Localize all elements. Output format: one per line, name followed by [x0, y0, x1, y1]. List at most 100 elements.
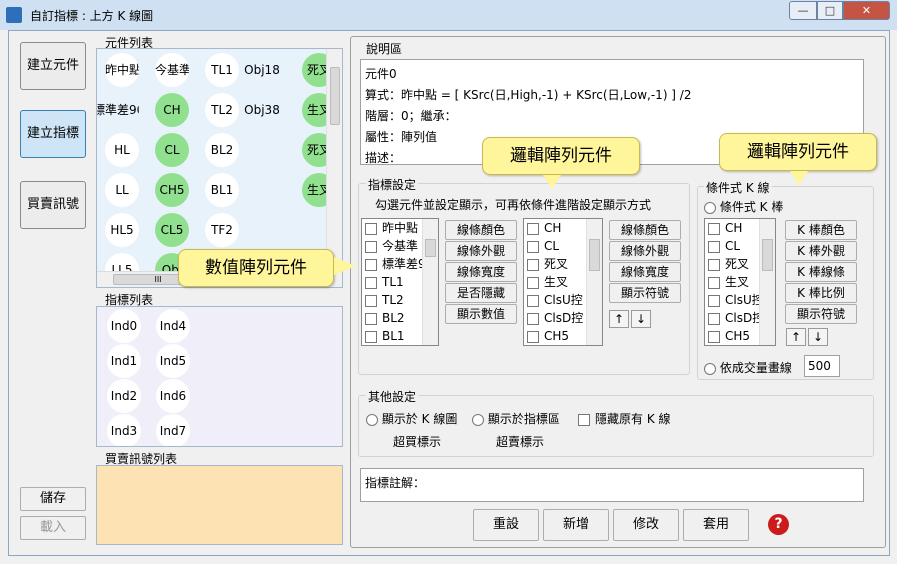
checkbox-icon[interactable] [365, 294, 377, 307]
show-on-k-label: 顯示於 K 線圖 [381, 412, 458, 426]
style-button[interactable]: 線條顏色 [609, 220, 681, 240]
element-node[interactable]: LL [105, 173, 139, 207]
scroll-thumb[interactable] [425, 239, 436, 257]
checkbox-icon[interactable] [527, 312, 539, 325]
maximize-icon[interactable]: □ [817, 1, 843, 20]
checkbox-icon[interactable] [708, 222, 720, 235]
volume-input[interactable]: 500 [804, 355, 840, 377]
save-button[interactable]: 儲存 [20, 487, 86, 511]
style-button[interactable]: 線條外觀 [445, 241, 517, 261]
checkbox-icon[interactable] [527, 330, 539, 343]
conditional-k-radio[interactable]: 條件式 K 棒 [704, 198, 783, 215]
style-button[interactable]: 顯示數值 [445, 304, 517, 324]
oversold-mark[interactable]: 超賣標示 [496, 433, 544, 450]
indicator-node[interactable]: Ind6 [156, 379, 190, 413]
style-button[interactable]: 顯示符號 [785, 304, 857, 324]
checkbox-icon[interactable] [527, 258, 539, 271]
checkbox-icon[interactable] [527, 276, 539, 289]
description-line: 階層：0；繼承： [365, 109, 457, 123]
element-node[interactable]: HL5 [105, 213, 139, 247]
style-button[interactable]: 線條顏色 [445, 220, 517, 240]
element-node[interactable]: TL2 [205, 93, 239, 127]
notes-box[interactable]: 指標註解： [360, 468, 864, 502]
create-indicator-button[interactable]: 建立指標 [20, 110, 86, 158]
element-node[interactable]: TL1 [205, 53, 239, 87]
checkbox-icon[interactable] [708, 240, 720, 253]
move-up-button-2[interactable]: ↑ [786, 328, 806, 346]
element-node[interactable]: Obj38 [239, 93, 285, 127]
window-title: 自訂指標 : 上方 K 線圖 [30, 9, 154, 23]
volume-radio[interactable]: 依成交量畫線 [704, 359, 792, 376]
checklist-item-label: TL2 [382, 293, 404, 307]
trade-signal-button[interactable]: 買賣訊號 [20, 181, 86, 229]
style-button[interactable]: K 棒外觀 [785, 241, 857, 261]
indicator-node[interactable]: Ind0 [107, 309, 141, 343]
checkbox-icon[interactable] [708, 330, 720, 343]
apply-button[interactable]: 套用 [683, 509, 749, 541]
element-node[interactable]: CH5 [155, 173, 189, 207]
element-node[interactable]: CL5 [155, 213, 189, 247]
indicator-node[interactable]: Ind3 [107, 414, 141, 446]
close-icon[interactable]: ✕ [843, 1, 890, 20]
checklist-2-scroll[interactable] [586, 219, 602, 345]
minimize-icon[interactable]: — [789, 1, 817, 20]
style-button[interactable]: 顯示符號 [609, 283, 681, 303]
checkbox-icon[interactable] [365, 258, 377, 271]
checkbox-icon[interactable] [708, 276, 720, 289]
checkbox-icon[interactable] [365, 240, 377, 253]
reset-button[interactable]: 重設 [473, 509, 539, 541]
checklist-1-scroll[interactable] [422, 219, 438, 345]
checkbox-icon[interactable] [527, 240, 539, 253]
move-up-button-1[interactable]: ↑ [609, 310, 629, 328]
style-button[interactable]: 線條寬度 [445, 262, 517, 282]
indicator-node[interactable]: Ind7 [156, 414, 190, 446]
show-on-indicator-radio[interactable]: 顯示於指標區 [472, 410, 560, 427]
checkbox-icon[interactable] [708, 294, 720, 307]
hide-k-checkbox[interactable]: 隱藏原有 K 線 [578, 410, 671, 427]
checkbox-icon[interactable] [365, 330, 377, 343]
checkbox-icon[interactable] [365, 276, 377, 289]
description-title: 說明區 [364, 40, 405, 57]
element-node[interactable]: BL2 [205, 133, 239, 167]
element-node[interactable]: TF2 [205, 213, 239, 247]
checkbox-icon[interactable] [708, 258, 720, 271]
create-element-button[interactable]: 建立元件 [20, 42, 86, 90]
move-down-button-1[interactable]: ↓ [631, 310, 651, 328]
element-node[interactable]: 昨中點 [105, 53, 139, 87]
checkbox-icon[interactable] [365, 312, 377, 325]
indicator-node[interactable]: Ind5 [156, 344, 190, 378]
show-on-k-radio[interactable]: 顯示於 K 線圖 [366, 410, 457, 427]
element-node[interactable]: CH [155, 93, 189, 127]
indicator-node[interactable]: Ind4 [156, 309, 190, 343]
style-button[interactable]: 線條外觀 [609, 241, 681, 261]
style-button[interactable]: 線條寬度 [609, 262, 681, 282]
callout-pointer [543, 175, 561, 189]
load-button[interactable]: 載入 [20, 516, 86, 540]
radio-icon [704, 201, 716, 214]
style-button[interactable]: K 棒比例 [785, 283, 857, 303]
scroll-thumb[interactable] [589, 239, 600, 271]
style-button[interactable]: K 棒線條 [785, 262, 857, 282]
element-node[interactable]: 今基準 [155, 53, 189, 87]
element-node[interactable]: HL [105, 133, 139, 167]
help-icon[interactable]: ? [768, 514, 789, 535]
modify-button[interactable]: 修改 [613, 509, 679, 541]
checkbox-icon[interactable] [527, 294, 539, 307]
move-down-button-2[interactable]: ↓ [808, 328, 828, 346]
checkbox-icon[interactable] [365, 222, 377, 235]
style-button[interactable]: 是否隱藏 [445, 283, 517, 303]
add-button[interactable]: 新增 [543, 509, 609, 541]
checkbox-icon[interactable] [527, 222, 539, 235]
indicator-node[interactable]: Ind1 [107, 344, 141, 378]
element-node[interactable]: CL [155, 133, 189, 167]
element-node[interactable]: Obj18 [239, 53, 285, 87]
indicator-node[interactable]: Ind2 [107, 379, 141, 413]
element-node[interactable]: 標準差90日 [97, 93, 139, 127]
checkbox-icon[interactable] [708, 312, 720, 325]
vscroll-thumb[interactable] [330, 67, 340, 125]
style-button[interactable]: K 棒顏色 [785, 220, 857, 240]
element-node[interactable]: BL1 [205, 173, 239, 207]
conditional-k-scroll[interactable] [759, 219, 775, 345]
overbought-mark[interactable]: 超買標示 [393, 433, 441, 450]
scroll-thumb[interactable] [762, 239, 773, 271]
